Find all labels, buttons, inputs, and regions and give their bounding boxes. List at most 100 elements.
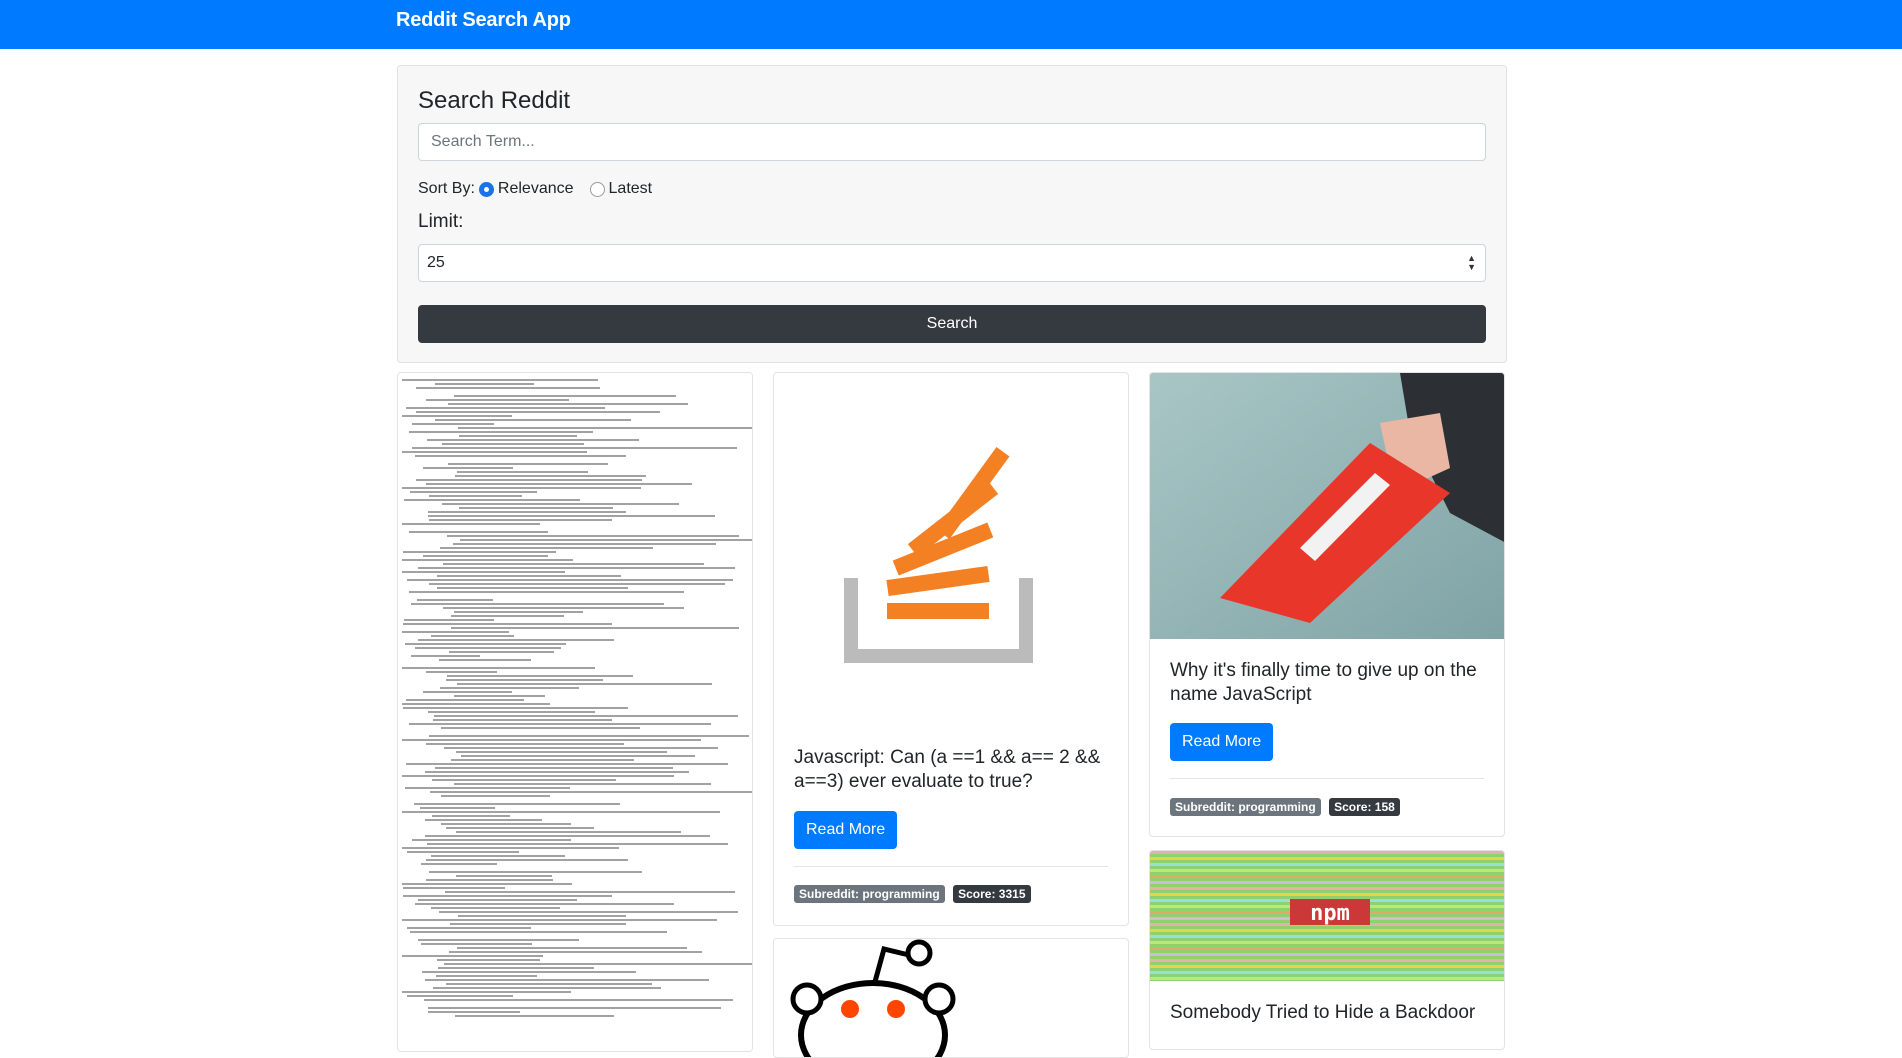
code-line — [460, 539, 752, 541]
subreddit-badge: Subreddit: programming — [1170, 798, 1321, 816]
card-divider — [1170, 778, 1484, 779]
code-line — [417, 599, 493, 601]
sort-option-latest-label: Latest — [608, 180, 653, 197]
code-line — [423, 691, 513, 693]
code-line — [404, 499, 581, 501]
code-line — [437, 959, 541, 961]
code-line — [426, 483, 693, 485]
code-line — [411, 655, 481, 657]
code-line — [429, 583, 725, 585]
npm-stripe — [1150, 935, 1504, 938]
stackoverflow-logo-image[interactable] — [774, 373, 1129, 723]
code-line — [433, 719, 612, 721]
code-line — [402, 739, 702, 741]
limit-select-value: 25 — [427, 254, 445, 271]
code-line — [402, 667, 596, 669]
search-button[interactable]: Search — [418, 305, 1486, 343]
code-line — [429, 495, 522, 497]
code-line — [416, 387, 601, 389]
code-line — [431, 855, 566, 857]
npm-backdoor-image[interactable]: npm — [1150, 851, 1505, 981]
limit-select[interactable]: 25 ▲ ▼ — [418, 244, 1486, 282]
navbar-brand[interactable]: Reddit Search App — [396, 9, 571, 32]
read-more-button[interactable]: Read More — [794, 811, 898, 849]
search-input[interactable] — [418, 123, 1486, 161]
reddit-alien-image[interactable] — [774, 939, 1129, 1058]
result-badges: Subreddit: programming Score: 158 — [1170, 798, 1404, 816]
code-line — [437, 575, 621, 577]
code-line — [407, 851, 519, 853]
code-line — [450, 923, 627, 925]
code-line — [447, 675, 634, 677]
code-line — [402, 559, 574, 561]
code-line — [427, 439, 639, 441]
result-title: Javascript: Can (a ==1 && a== 2 && a==3)… — [794, 747, 1101, 792]
code-line — [402, 955, 543, 957]
npm-stripe — [1150, 971, 1504, 974]
code-line — [402, 451, 587, 453]
code-line — [403, 887, 506, 889]
code-line — [444, 747, 718, 749]
code-line — [439, 911, 739, 913]
code-line — [438, 967, 594, 969]
code-line — [451, 759, 635, 761]
code-line — [441, 727, 640, 729]
code-line — [422, 971, 636, 973]
sort-option-relevance[interactable]: Relevance — [475, 180, 574, 198]
code-line — [409, 723, 712, 725]
code-line — [439, 659, 531, 661]
code-line — [441, 795, 551, 797]
code-screenshot-image[interactable] — [398, 373, 752, 1051]
navbar: Reddit Search App — [0, 0, 1902, 49]
code-line — [410, 931, 668, 933]
npm-stripe — [1150, 941, 1504, 944]
code-line — [403, 623, 612, 625]
code-line — [435, 767, 674, 769]
code-line — [402, 631, 509, 633]
code-line — [402, 991, 571, 993]
sort-option-latest[interactable]: Latest — [586, 180, 653, 198]
npm-stripe — [1150, 929, 1504, 932]
code-line — [414, 803, 621, 805]
npm-stripe — [1150, 893, 1504, 896]
result-title: Why it's finally time to give up on the … — [1170, 660, 1477, 705]
code-line — [418, 567, 736, 569]
subreddit-badge: Subreddit: programming — [794, 885, 945, 903]
code-line — [440, 547, 654, 549]
radio-relevance[interactable] — [478, 181, 494, 197]
code-line — [446, 827, 595, 829]
code-line — [415, 903, 675, 905]
code-line — [426, 859, 628, 861]
cease-and-desist-image[interactable] — [1150, 373, 1505, 639]
code-line — [412, 839, 571, 841]
reddit-alien-icon — [790, 939, 956, 1057]
code-line — [402, 379, 599, 381]
code-line — [432, 779, 617, 781]
code-line — [458, 427, 752, 429]
code-line — [451, 627, 740, 629]
code-line — [406, 763, 728, 765]
code-line — [403, 551, 557, 553]
radio-latest[interactable] — [589, 181, 605, 197]
result-card-1 — [397, 372, 753, 1052]
code-line — [407, 579, 734, 581]
code-line — [433, 987, 661, 989]
code-line — [451, 615, 564, 617]
code-line — [405, 787, 570, 789]
code-line — [430, 791, 752, 793]
code-line — [426, 671, 498, 673]
code-line — [402, 415, 513, 417]
code-line — [441, 823, 571, 825]
code-line — [455, 1015, 614, 1017]
code-line — [418, 939, 579, 941]
code-line — [403, 707, 628, 709]
code-line — [404, 619, 495, 621]
read-more-button[interactable]: Read More — [1170, 723, 1274, 761]
code-line — [421, 863, 498, 865]
code-line — [443, 563, 704, 565]
code-line — [402, 919, 717, 921]
code-line — [427, 843, 729, 845]
code-line — [459, 435, 578, 437]
npm-stripe — [1150, 875, 1504, 878]
code-line — [418, 899, 577, 901]
